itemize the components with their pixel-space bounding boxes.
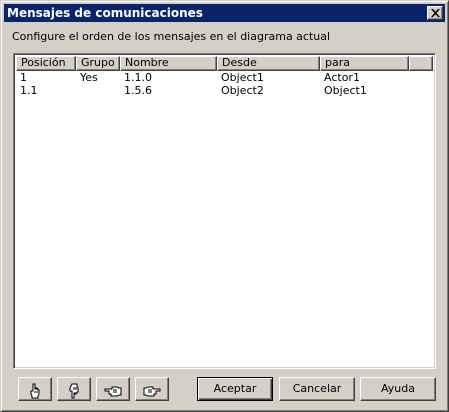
cell-desde: Object2 xyxy=(221,84,264,97)
move-left-button[interactable] xyxy=(96,377,130,401)
column-header-posicion[interactable]: Posición xyxy=(16,56,76,71)
list-rows: 1 Yes 1.1.0 Object1 Actor1 1.1 1.5.6 Obj… xyxy=(16,71,433,97)
cell-nombre: 1.1.0 xyxy=(124,71,152,84)
hand-point-right-icon xyxy=(143,386,161,396)
cell-nombre: 1.5.6 xyxy=(124,84,152,97)
list-row[interactable]: 1 Yes 1.1.0 Object1 Actor1 xyxy=(16,71,433,84)
move-up-button[interactable] xyxy=(18,377,52,401)
close-icon xyxy=(431,9,440,17)
messages-list[interactable]: Posición Grupo Nombre Desde para 1 Yes 1… xyxy=(13,53,436,369)
move-right-button[interactable] xyxy=(135,377,169,401)
list-header: Posición Grupo Nombre Desde para xyxy=(16,56,433,71)
hand-point-left-icon xyxy=(104,386,122,396)
hand-point-down-icon xyxy=(69,383,79,398)
cancel-button[interactable]: Cancelar xyxy=(279,377,355,401)
column-header-grupo[interactable]: Grupo xyxy=(76,56,120,71)
cell-para: Actor1 xyxy=(324,71,360,84)
cell-posicion: 1 xyxy=(20,71,27,84)
accept-button[interactable]: Aceptar xyxy=(197,377,273,401)
list-row[interactable]: 1.1 1.5.6 Object2 Object1 xyxy=(16,84,433,97)
cell-grupo xyxy=(76,84,120,97)
cell-grupo: Yes xyxy=(80,71,98,84)
close-button[interactable] xyxy=(427,6,443,20)
instructions-label: Configure el orden de los mensajes en el… xyxy=(12,30,331,43)
hand-point-up-icon xyxy=(30,383,40,398)
title-bar[interactable]: Mensajes de comunicaciones xyxy=(4,4,445,22)
move-down-button[interactable] xyxy=(57,377,91,401)
column-header-desde[interactable]: Desde xyxy=(217,56,320,71)
dialog-window: Mensajes de comunicaciones Configure el … xyxy=(0,0,449,412)
column-header-filler xyxy=(409,56,433,71)
cell-desde: Object1 xyxy=(221,71,264,84)
help-button[interactable]: Ayuda xyxy=(360,377,436,401)
cell-para: Object1 xyxy=(324,84,367,97)
window-title: Mensajes de comunicaciones xyxy=(7,6,203,20)
column-header-para[interactable]: para xyxy=(320,56,409,71)
cell-posicion: 1.1 xyxy=(20,84,38,97)
column-header-nombre[interactable]: Nombre xyxy=(120,56,217,71)
